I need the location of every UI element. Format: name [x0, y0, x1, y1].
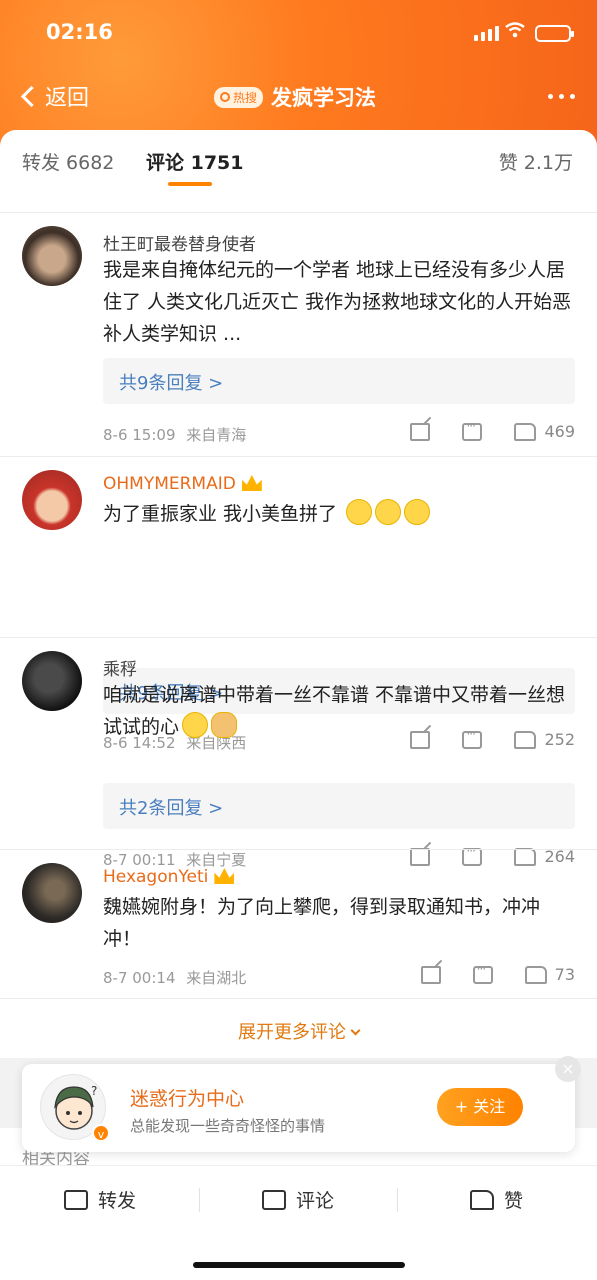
- replies-link[interactable]: 共2条回复 >: [103, 783, 575, 829]
- expand-label: 展开更多评论: [238, 1022, 346, 1043]
- hot-badge-label: 热搜: [233, 90, 258, 105]
- avatar[interactable]: [22, 863, 82, 923]
- back-label: 返回: [45, 86, 90, 111]
- comment-location: 来自湖北: [186, 969, 247, 987]
- signal-icon: [474, 26, 499, 41]
- share-icon: [64, 1189, 88, 1210]
- follow-button[interactable]: + 关注: [437, 1088, 523, 1126]
- vip-crown-icon: [214, 868, 235, 884]
- comment-label: 评论: [296, 1190, 335, 1212]
- more-options-icon[interactable]: [548, 94, 575, 99]
- topic-title: 热搜 发疯学习法: [214, 82, 376, 112]
- share-icon[interactable]: [410, 422, 431, 441]
- comment-text: 为了重振家业 我小美鱼拼了: [103, 498, 573, 530]
- status-bar: 02:16: [0, 0, 597, 66]
- chevron-down-icon: [350, 1025, 361, 1036]
- like-button[interactable]: 赞: [470, 1186, 523, 1213]
- comment-button[interactable]: 评论: [262, 1186, 597, 1213]
- comment-location: 来自青海: [186, 426, 247, 444]
- share-icon[interactable]: [410, 847, 431, 866]
- back-button[interactable]: 返回: [18, 80, 89, 112]
- comment-meta: 8-6 15:09 来自青海: [103, 424, 246, 445]
- eye-roll-emoji-icon: [375, 499, 402, 525]
- avatar[interactable]: [22, 226, 82, 286]
- battery-icon: [535, 25, 574, 42]
- comment-icon[interactable]: [462, 844, 483, 866]
- comment-meta: 8-7 00:14 来自湖北: [103, 967, 246, 988]
- clipped-comment-meta: [0, 192, 597, 210]
- status-time: 02:16: [46, 20, 113, 44]
- crying-laughing-emoji-icon: [182, 712, 209, 738]
- comment-username[interactable]: OHMYMERMAID: [103, 474, 262, 494]
- comment-time: 8-7 00:14: [103, 969, 176, 987]
- eye-roll-emoji-icon: [346, 499, 373, 525]
- divider: [199, 1188, 200, 1212]
- replies-link[interactable]: 共9条回复 >: [103, 358, 575, 404]
- divider: [0, 212, 597, 213]
- divider: [0, 998, 597, 999]
- like-count: 73: [554, 965, 575, 984]
- comment-username-text: OHMYMERMAID: [103, 474, 236, 494]
- wifi-icon: [505, 22, 525, 38]
- vip-crown-icon: [241, 475, 262, 491]
- comment-text: 咱就是说离谱中带着一丝不靠谱 不靠谱中又带着一丝想试试的心: [103, 679, 573, 743]
- comment-username[interactable]: 乘稃: [103, 655, 137, 680]
- svg-text:?: ?: [91, 1084, 97, 1098]
- tab-bar: 转发 6682 评论 1751 赞 2.1万: [0, 130, 597, 192]
- divider: [0, 637, 597, 638]
- close-icon[interactable]: ×: [555, 1056, 581, 1082]
- page-title: 发疯学习法: [271, 86, 377, 110]
- tab-repost[interactable]: 转发 6682: [22, 148, 114, 175]
- chevron-left-icon: [20, 85, 43, 107]
- comment-username[interactable]: HexagonYeti: [103, 867, 235, 887]
- divider: [0, 456, 597, 457]
- comment-time: 8-6 15:09: [103, 426, 176, 444]
- comment-text: 我是来自掩体纪元的一个学者 地球上已经没有多少人居住了 人类文化几近灭亡 我作为…: [103, 259, 572, 345]
- thumbs-up-icon[interactable]: [514, 422, 537, 441]
- comment-username[interactable]: 杜王町最卷替身使者: [103, 230, 256, 255]
- comment-actions: 469: [410, 419, 575, 441]
- divider: [397, 1188, 398, 1212]
- verified-badge-icon: v: [92, 1124, 110, 1142]
- eye-roll-emoji-icon: [404, 499, 431, 525]
- divider: [0, 849, 597, 850]
- comment-icon[interactable]: [462, 419, 483, 441]
- tab-like[interactable]: 赞 2.1万: [499, 148, 573, 175]
- doge-emoji-icon: [211, 712, 238, 738]
- comment-text: 魏嬿婉附身！为了向上攀爬，得到录取通知书，冲冲冲！: [103, 896, 541, 950]
- expand-more-comments-button[interactable]: 展开更多评论: [0, 1018, 597, 1044]
- comment-icon[interactable]: [472, 962, 493, 984]
- account-name[interactable]: 迷惑行为中心: [130, 1084, 244, 1111]
- hot-search-badge: 热搜: [214, 86, 264, 108]
- comment-username-text: HexagonYeti: [103, 867, 209, 887]
- home-indicator[interactable]: [193, 1262, 405, 1268]
- like-label: 赞: [504, 1190, 524, 1212]
- comment-icon: [262, 1189, 286, 1210]
- repost-button[interactable]: 转发: [64, 1186, 136, 1213]
- share-icon[interactable]: [420, 965, 441, 984]
- thumbs-up-icon[interactable]: [514, 847, 537, 866]
- thumbs-up-icon[interactable]: [524, 965, 547, 984]
- avatar[interactable]: [22, 651, 82, 711]
- account-description: 总能发现一些奇奇怪怪的事情: [130, 1117, 326, 1135]
- comment-text-body: 为了重振家业 我小美鱼拼了: [103, 503, 338, 525]
- repost-label: 转发: [98, 1190, 137, 1212]
- search-icon: [220, 92, 230, 102]
- thumbs-up-icon: [470, 1189, 494, 1210]
- nav-bar: 返回 热搜 发疯学习法: [0, 72, 597, 122]
- avatar[interactable]: [22, 470, 82, 530]
- like-count: 469: [544, 422, 575, 441]
- comment-text-body: 咱就是说离谱中带着一丝不靠谱 不靠谱中又带着一丝想试试的心: [103, 684, 566, 738]
- comment-actions: 73: [420, 962, 575, 984]
- recommended-account-card[interactable]: ? v 迷惑行为中心 总能发现一些奇奇怪怪的事情 + 关注 ×: [22, 1056, 581, 1152]
- active-tab-indicator: [168, 182, 212, 186]
